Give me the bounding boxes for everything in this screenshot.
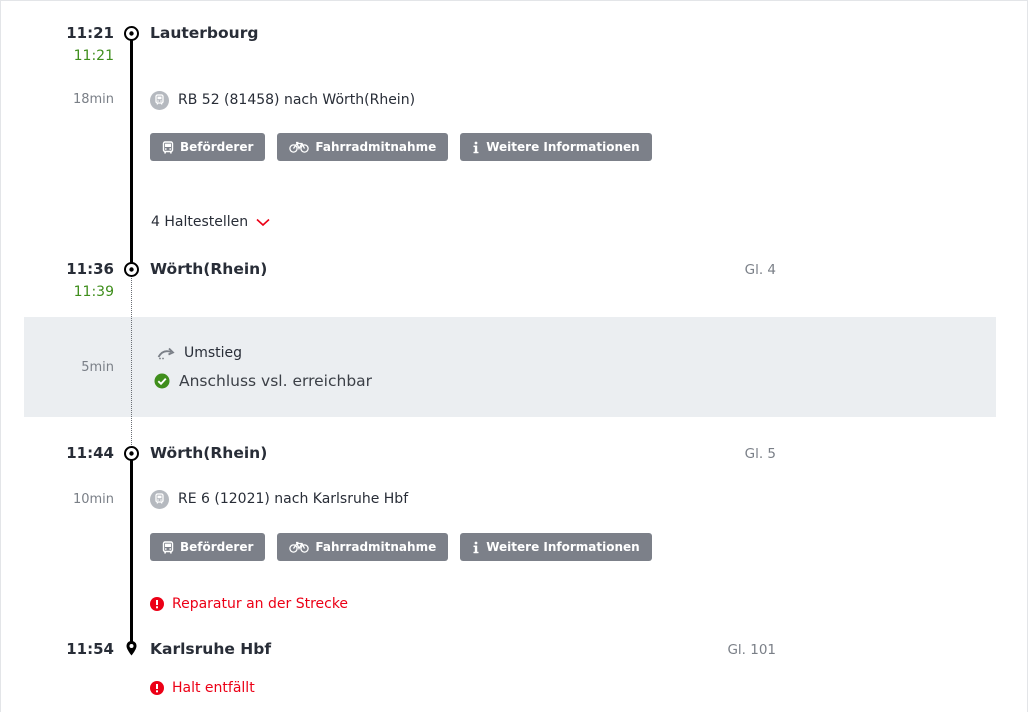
chevron-down-icon [256,218,270,226]
transfer-label: Umstieg [184,345,243,361]
stops-toggle-label: 4 Haltestellen [151,214,249,230]
disruption-notice: Reparatur an der Strecke [150,594,348,614]
arrival-platform: Gl. 101 [727,642,776,658]
departure-station[interactable]: Wörth(Rhein) [150,442,267,464]
destination-pin-icon [126,641,137,656]
transfer-arrow-icon [157,347,175,360]
bike-button[interactable]: Fahrradmitnahme [277,533,449,561]
bike-button-label: Fahrradmitnahme [315,140,437,154]
train-icon [150,489,169,509]
connection-status: Anschluss vsl. erreichbar [154,371,372,391]
route-line-segment-1 [130,33,133,269]
arrival-platform: Gl. 4 [744,262,776,278]
alert-circle-icon [150,681,164,695]
departure-time: 11:44 [66,444,114,462]
train-info: RE 6 (12021) nach Karlsruhe Hbf [150,489,408,509]
stop-cancelled-notice: Halt entfällt [150,678,255,698]
more-info-button-label: Weitere Informationen [486,540,640,554]
operator-button[interactable]: Beförderer [150,533,266,561]
more-info-button-label: Weitere Informationen [486,140,640,154]
train-label[interactable]: RE 6 (12021) nach Karlsruhe Hbf [178,489,408,509]
bike-button-label: Fahrradmitnahme [315,540,437,554]
connection-status-text: Anschluss vsl. erreichbar [179,372,373,390]
departure-realtime: 11:21 [73,48,114,64]
more-info-button[interactable]: Weitere Informationen [460,533,652,561]
bicycle-icon [289,541,310,553]
action-buttons: Beförderer Fahrradmitnahme Weitere Infor… [150,133,652,161]
arrival-realtime: 11:39 [73,284,114,300]
departure-time: 11:21 [66,24,114,42]
travel-duration: 18min [72,92,114,107]
arrival-station[interactable]: Karlsruhe Hbf [150,638,271,660]
stop-cancelled-text: Halt entfällt [172,680,255,696]
operator-button-label: Beförderer [180,140,254,154]
arrival-station[interactable]: Wörth(Rhein) [150,258,267,280]
action-buttons: Beförderer Fahrradmitnahme Weitere Infor… [150,533,652,561]
operator-button-label: Beförderer [180,540,254,554]
operator-button[interactable]: Beförderer [150,133,266,161]
arrival-time: 11:36 [66,260,114,278]
train-info: RB 52 (81458) nach Wörth(Rhein) [150,90,415,110]
info-icon [473,141,479,153]
stop-node-icon [124,26,139,41]
stop-node-icon [124,262,139,277]
info-icon [473,541,479,553]
train-icon [150,90,169,110]
train-label[interactable]: RB 52 (81458) nach Wörth(Rhein) [178,90,415,110]
departure-station[interactable]: Lauterbourg [150,22,258,44]
alert-circle-icon [150,597,164,611]
route-line-segment-2 [130,453,133,649]
stop-node-icon [124,446,139,461]
transfer-label-row: Umstieg [157,343,242,363]
more-info-button[interactable]: Weitere Informationen [460,133,652,161]
arrival-time: 11:54 [66,640,114,658]
check-circle-icon [154,373,170,389]
bicycle-icon [289,141,310,153]
intermediate-stops-toggle[interactable]: 4 Haltestellen [151,212,270,232]
transfer-duration: 5min [81,360,114,375]
transfer-walk-line [131,272,132,453]
departure-platform: Gl. 5 [744,446,776,462]
bike-button[interactable]: Fahrradmitnahme [277,133,449,161]
bus-icon [162,140,174,153]
disruption-notice-text: Reparatur an der Strecke [172,596,349,612]
transfer-section [24,317,996,417]
bus-icon [162,540,174,553]
travel-duration: 10min [72,492,114,507]
